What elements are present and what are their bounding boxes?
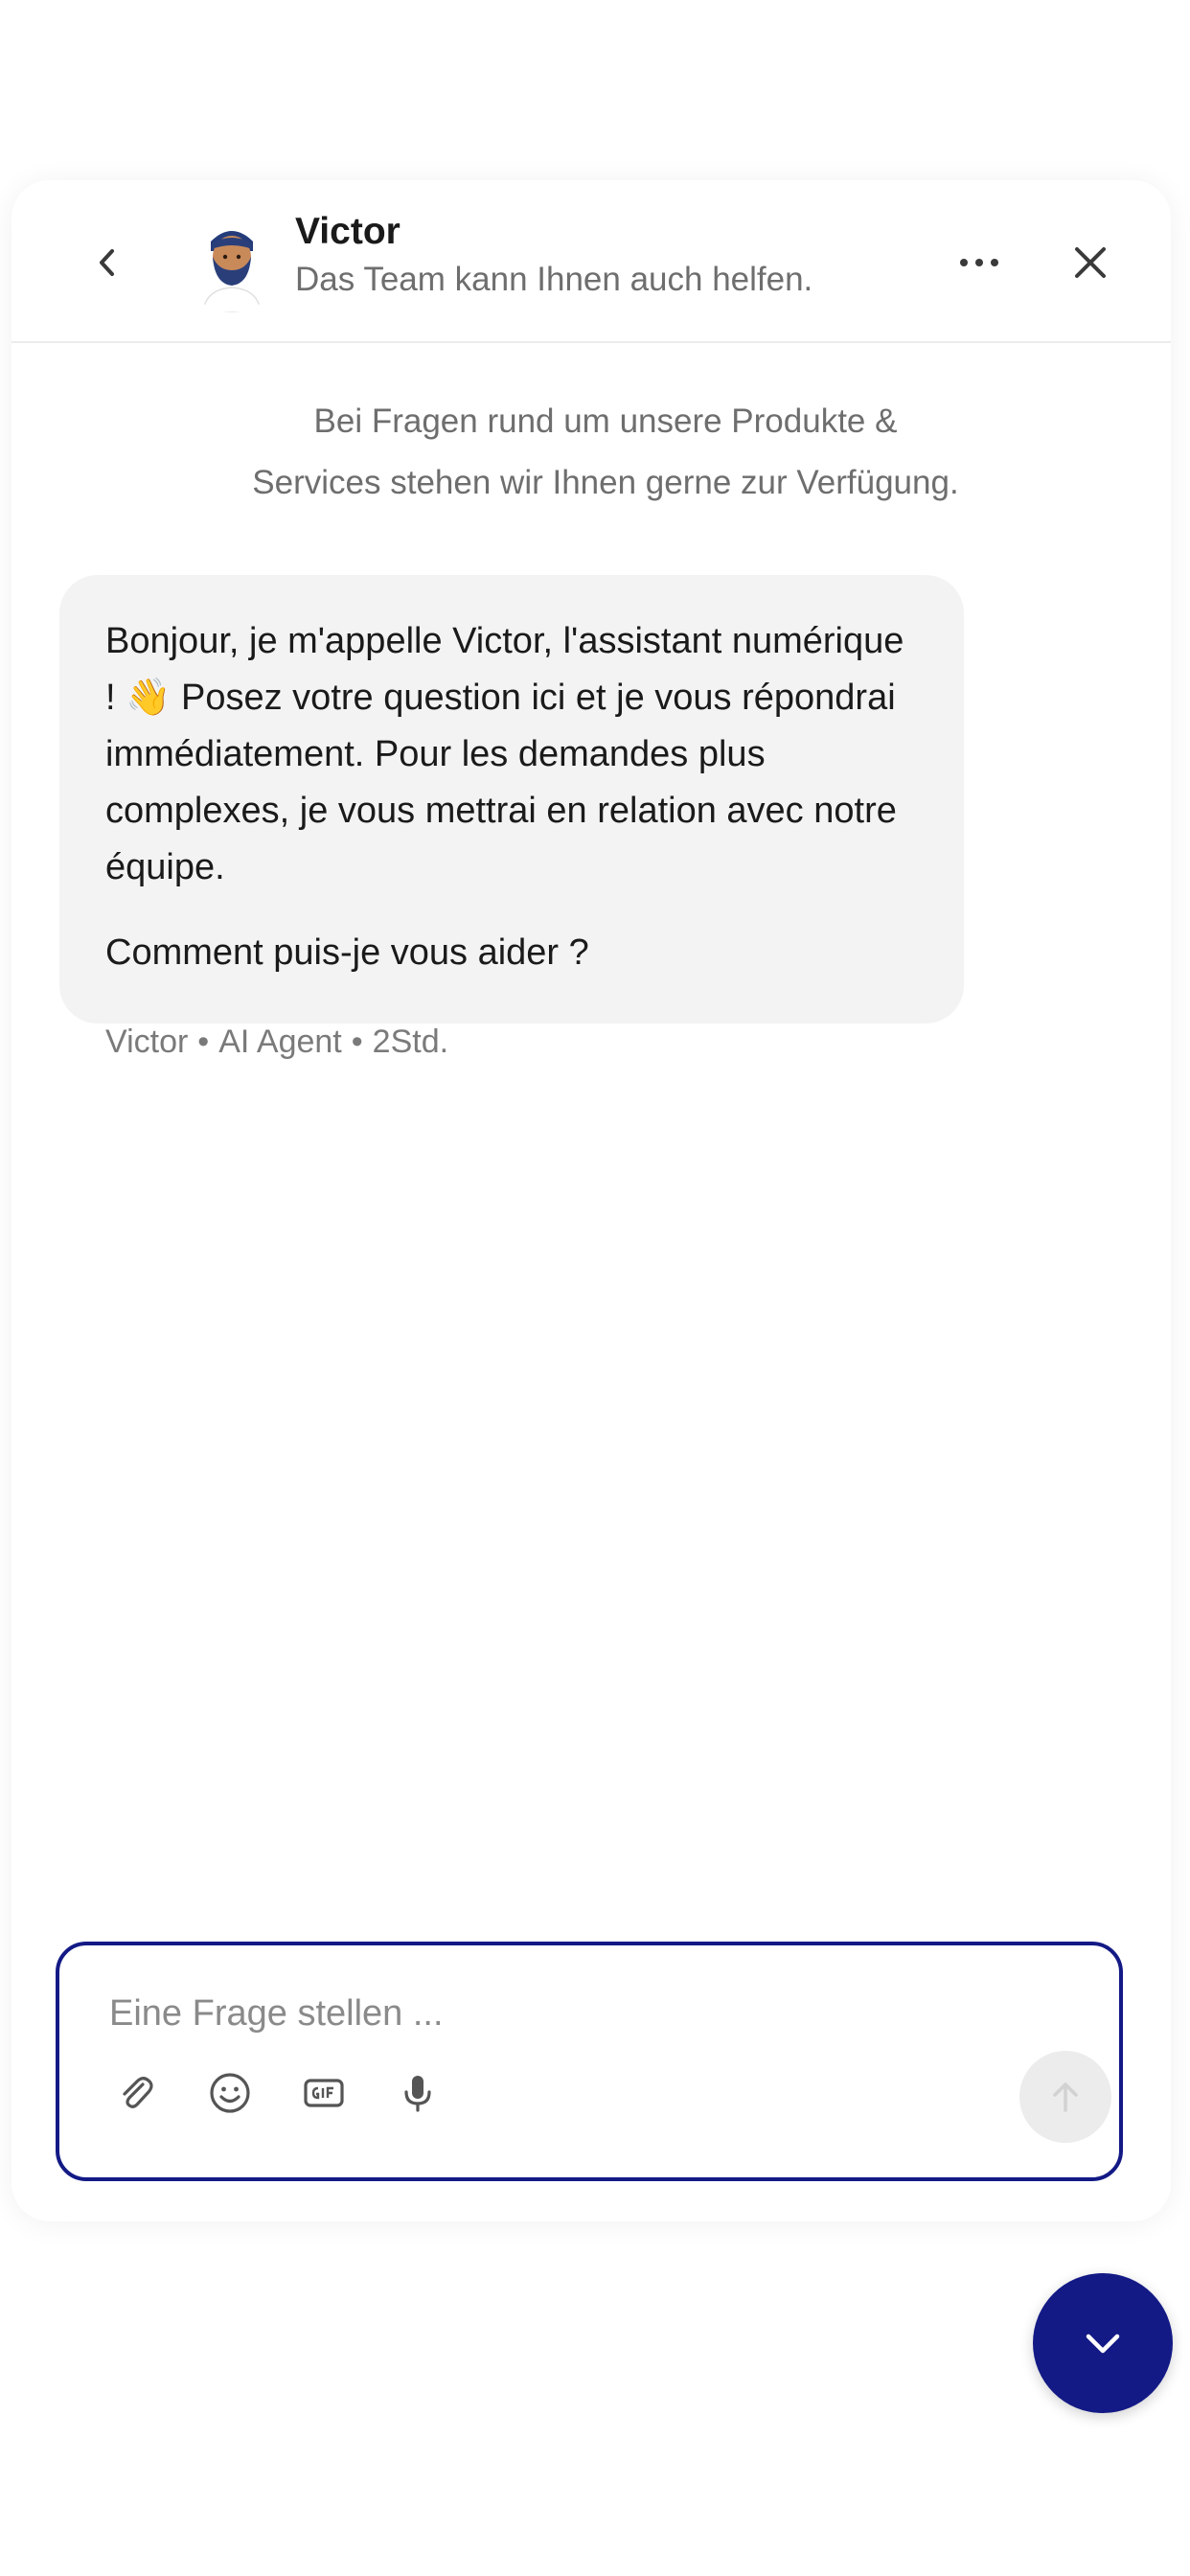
send-button[interactable] [1019, 2051, 1111, 2143]
voice-button[interactable] [393, 2068, 443, 2118]
wave-emoji: 👋 [126, 678, 172, 718]
microphone-icon [404, 2076, 431, 2112]
messenger-window: Victor Das Team kann Ihnen auch helfen. … [11, 180, 1171, 2221]
attach-button[interactable] [111, 2068, 161, 2118]
emoji-button[interactable] [205, 2068, 255, 2118]
back-button[interactable] [79, 234, 136, 291]
meta-time: 2Std. [372, 1024, 449, 1060]
meta-sender: Victor [105, 1024, 189, 1060]
intro-text: Bei Fragen rund um unsere Produkte & Ser… [69, 391, 1142, 514]
agent-subtitle: Das Team kann Ihnen auch helfen. [295, 261, 813, 298]
chevron-left-icon [100, 249, 114, 276]
message-input[interactable] [107, 1984, 1050, 2043]
gif-icon [304, 2079, 344, 2107]
conversation-header: Victor Das Team kann Ihnen auch helfen. [11, 180, 1171, 343]
agent-name: Victor [295, 211, 400, 252]
emoji-icon [210, 2073, 250, 2113]
intro-line-2: Services stehen wir Ihnen gerne zur Verf… [252, 464, 959, 501]
message-paragraph-2: Comment puis-je vous aider ? [105, 932, 589, 973]
close-icon [1075, 247, 1106, 278]
gif-button[interactable] [299, 2068, 349, 2118]
chevron-down-icon [1086, 2334, 1120, 2354]
meta-role: AI Agent [218, 1024, 342, 1060]
meta-separator: • [197, 1024, 210, 1060]
more-options-button[interactable] [950, 234, 1008, 291]
close-button[interactable] [1062, 234, 1119, 291]
message-text-part-2: Posez votre question ici et je vous répo… [105, 678, 897, 887]
message-paragraph-1: Bonjour, je m'appelle Victor, l'assistan… [105, 613, 918, 896]
meta-separator: • [351, 1024, 363, 1060]
agent-avatar [182, 213, 282, 312]
agent-message-bubble: Bonjour, je m'appelle Victor, l'assistan… [59, 575, 964, 1024]
more-horizontal-icon [960, 259, 998, 266]
arrow-up-icon [1053, 2082, 1078, 2112]
messenger-launcher-button[interactable] [1033, 2273, 1173, 2413]
message-meta: Victor • AI Agent • 2Std. [105, 1024, 448, 1061]
intro-line-1: Bei Fragen rund um unsere Produkte & [313, 402, 898, 440]
message-composer [56, 1942, 1123, 2181]
attachment-icon [123, 2077, 153, 2108]
